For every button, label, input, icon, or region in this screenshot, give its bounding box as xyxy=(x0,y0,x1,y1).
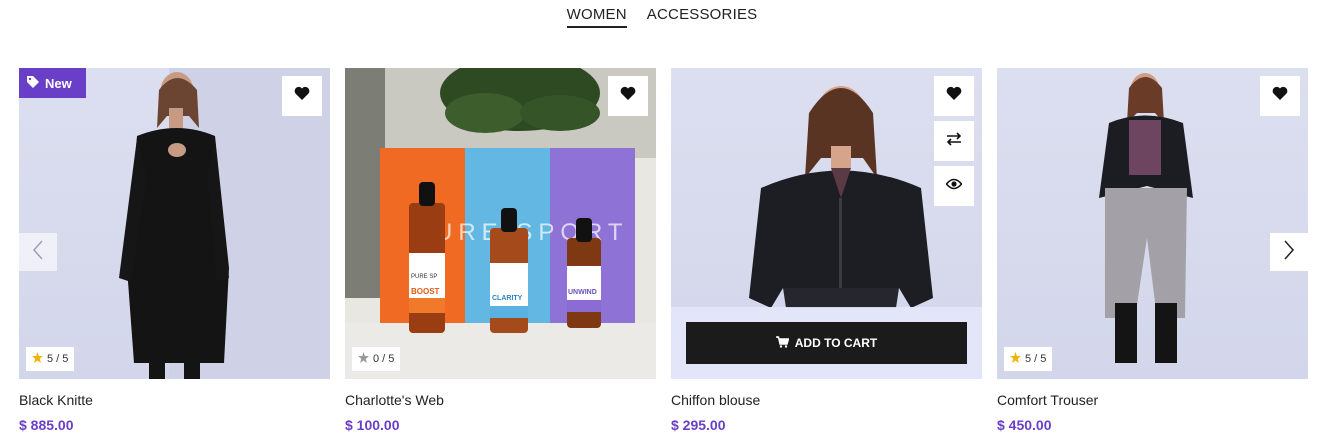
product-price: $ 100.00 xyxy=(345,417,400,433)
chevron-left-icon xyxy=(32,240,44,265)
rating-badge: 5 / 5 xyxy=(26,347,75,371)
cart-icon xyxy=(775,335,790,351)
product-price: $ 295.00 xyxy=(671,417,726,433)
eye-icon xyxy=(945,177,963,195)
product-name[interactable]: Black Knitte xyxy=(19,392,330,408)
bottle-label-unwind: UNWIND xyxy=(568,289,597,296)
wishlist-button[interactable] xyxy=(282,76,322,116)
new-badge: New xyxy=(19,68,86,98)
bottle-label-clarity: CLARITY xyxy=(492,295,523,302)
rating-badge: 0 / 5 xyxy=(352,347,401,371)
heart-icon xyxy=(294,86,310,106)
carousel-prev-button[interactable] xyxy=(19,233,57,271)
tab-accessories[interactable]: ACCESSORIES xyxy=(647,6,758,28)
rating-value: 0 / 5 xyxy=(373,353,395,365)
product-name[interactable]: Charlotte's Web xyxy=(345,392,656,408)
heart-icon xyxy=(620,86,636,106)
product-card-black-knitte[interactable]: New 5 / 5 Black Knitte $ 885.00 xyxy=(19,68,330,433)
tab-women[interactable]: WOMEN xyxy=(566,6,627,28)
wishlist-button[interactable] xyxy=(934,76,974,116)
heart-icon xyxy=(1272,86,1288,106)
star-icon xyxy=(1010,352,1021,366)
quick-view-button[interactable] xyxy=(934,166,974,206)
compare-button[interactable] xyxy=(934,121,974,161)
product-card-chiffon-blouse[interactable]: ADD TO CART Chiffon blouse $ 295.00 xyxy=(671,68,982,433)
product-price: $ 450.00 xyxy=(997,417,1052,433)
star-icon xyxy=(358,352,369,366)
heart-icon xyxy=(946,86,962,106)
product-image[interactable]: ADD TO CART xyxy=(671,68,982,379)
product-image[interactable]: PURE SPORT PURE SP BOOST CLARITY UNWIND xyxy=(345,68,656,379)
product-price: $ 885.00 xyxy=(19,417,74,433)
chevron-right-icon xyxy=(1283,240,1295,265)
wishlist-button[interactable] xyxy=(608,76,648,116)
star-icon xyxy=(32,352,43,366)
add-to-cart-label: ADD TO CART xyxy=(794,336,878,350)
carousel-next-button[interactable] xyxy=(1270,233,1308,271)
product-name[interactable]: Comfort Trouser xyxy=(997,392,1308,408)
tag-icon xyxy=(27,75,39,91)
product-image[interactable]: New 5 / 5 xyxy=(19,68,330,379)
product-card-charlottes-web[interactable]: PURE SPORT PURE SP BOOST CLARITY UNWIND xyxy=(345,68,656,433)
compare-icon xyxy=(946,131,962,151)
bottle-label-boost: BOOST xyxy=(411,287,440,296)
category-tabs: WOMEN ACCESSORIES xyxy=(0,6,1324,28)
wishlist-button[interactable] xyxy=(1260,76,1300,116)
product-card-comfort-trouser[interactable]: 5 / 5 Comfort Trouser $ 450.00 xyxy=(997,68,1308,433)
rating-badge: 5 / 5 xyxy=(1004,347,1053,371)
add-to-cart-overlay: ADD TO CART xyxy=(671,307,982,379)
product-image[interactable]: 5 / 5 xyxy=(997,68,1308,379)
rating-value: 5 / 5 xyxy=(47,353,69,365)
bottle-brand-text: PURE SP xyxy=(411,274,437,280)
product-name[interactable]: Chiffon blouse xyxy=(671,392,982,408)
rating-value: 5 / 5 xyxy=(1025,353,1047,365)
badge-label: New xyxy=(45,75,72,91)
add-to-cart-button[interactable]: ADD TO CART xyxy=(686,322,967,364)
